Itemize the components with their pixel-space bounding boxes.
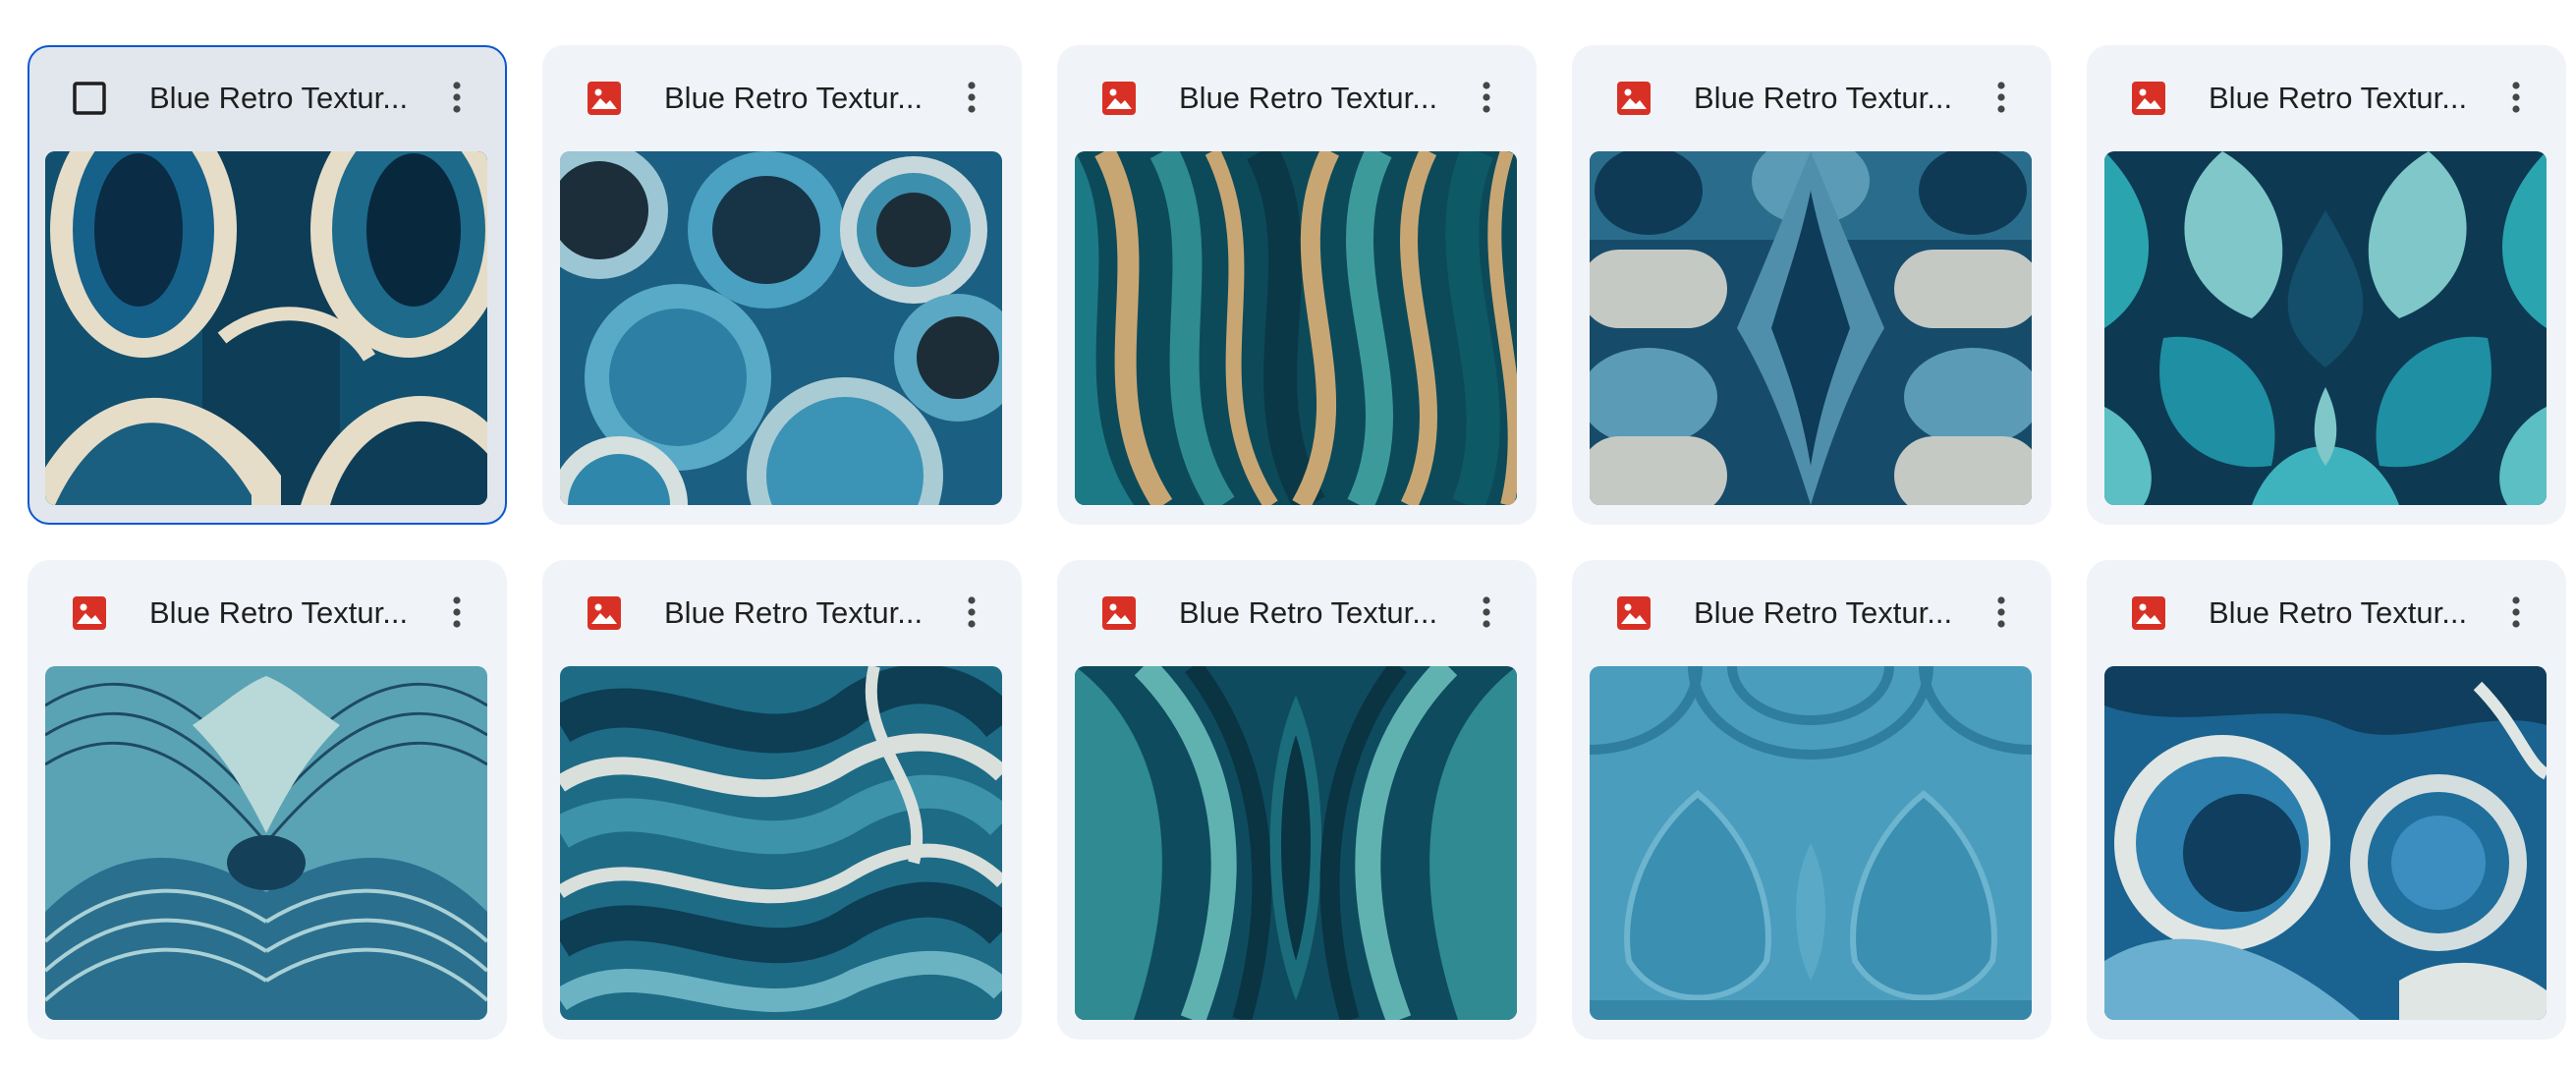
file-name: Blue Retro Textur... [1694,595,1953,630]
more-vert-icon [1997,596,2005,628]
more-vert-icon [968,596,976,628]
image-thumbnail[interactable] [2104,151,2547,505]
file-card-header: Blue Retro Textur... [1057,45,1537,151]
image-file-icon [2132,82,2165,115]
file-card[interactable]: Blue Retro Textur... [28,45,507,525]
more-options-button[interactable] [2492,73,2541,122]
more-options-button[interactable] [432,73,481,122]
more-options-button[interactable] [1462,588,1511,637]
image-thumbnail[interactable] [1590,666,2032,1020]
image-file-icon [73,596,106,630]
more-options-button[interactable] [947,588,996,637]
more-vert-icon [453,596,461,628]
file-card[interactable]: Blue Retro Textur... [2087,560,2566,1040]
image-file-icon [1617,596,1651,630]
file-card-header: Blue Retro Textur... [542,560,1022,666]
file-card-header: Blue Retro Textur... [2087,45,2566,151]
file-card[interactable]: Blue Retro Textur... [1057,560,1537,1040]
more-vert-icon [2512,82,2520,113]
file-name: Blue Retro Textur... [1694,81,1953,115]
image-thumbnail[interactable] [560,666,1002,1020]
file-name: Blue Retro Textur... [664,81,924,115]
file-card[interactable]: Blue Retro Textur... [542,560,1022,1040]
image-file-icon [1102,82,1136,115]
file-card[interactable]: Blue Retro Textur... [1572,45,2051,525]
image-thumbnail[interactable] [1075,151,1517,505]
file-card-header: Blue Retro Textur... [1057,560,1537,666]
image-file-icon [588,596,621,630]
file-name: Blue Retro Textur... [149,595,409,630]
image-file-icon [1102,596,1136,630]
more-vert-icon [1483,82,1490,113]
file-name: Blue Retro Textur... [149,81,409,115]
more-vert-icon [1997,82,2005,113]
file-card[interactable]: Blue Retro Textur... [1572,560,2051,1040]
file-card-header: Blue Retro Textur... [2087,560,2566,666]
file-name: Blue Retro Textur... [1179,81,1438,115]
file-card-header: Blue Retro Textur... [1572,560,2051,666]
file-card[interactable]: Blue Retro Textur... [1057,45,1537,525]
file-card[interactable]: Blue Retro Textur... [28,560,507,1040]
file-name: Blue Retro Textur... [1179,595,1438,630]
more-options-button[interactable] [2492,588,2541,637]
more-options-button[interactable] [1977,588,2026,637]
image-thumbnail[interactable] [45,151,487,505]
file-name: Blue Retro Textur... [2209,81,2468,115]
image-thumbnail[interactable] [45,666,487,1020]
file-card-header: Blue Retro Textur... [28,560,507,666]
more-vert-icon [968,82,976,113]
file-card[interactable]: Blue Retro Textur... [542,45,1022,525]
file-name: Blue Retro Textur... [664,595,924,630]
more-options-button[interactable] [1462,73,1511,122]
image-file-icon [2132,596,2165,630]
file-card-header: Blue Retro Textur... [1572,45,2051,151]
image-file-icon [1617,82,1651,115]
image-thumbnail[interactable] [1075,666,1517,1020]
image-thumbnail[interactable] [560,151,1002,505]
more-vert-icon [2512,596,2520,628]
more-options-button[interactable] [1977,73,2026,122]
file-card[interactable]: Blue Retro Textur... [2087,45,2566,525]
image-thumbnail[interactable] [2104,666,2547,1020]
more-vert-icon [453,82,461,113]
more-options-button[interactable] [432,588,481,637]
checkbox-icon[interactable] [71,80,108,117]
image-file-icon [588,82,621,115]
file-card-header: Blue Retro Textur... [542,45,1022,151]
more-options-button[interactable] [947,73,996,122]
file-name: Blue Retro Textur... [2209,595,2468,630]
image-thumbnail[interactable] [1590,151,2032,505]
file-grid: Blue Retro Textur... Blue Retro Textur..… [28,45,2566,1040]
file-card-header: Blue Retro Textur... [29,47,505,153]
more-vert-icon [1483,596,1490,628]
